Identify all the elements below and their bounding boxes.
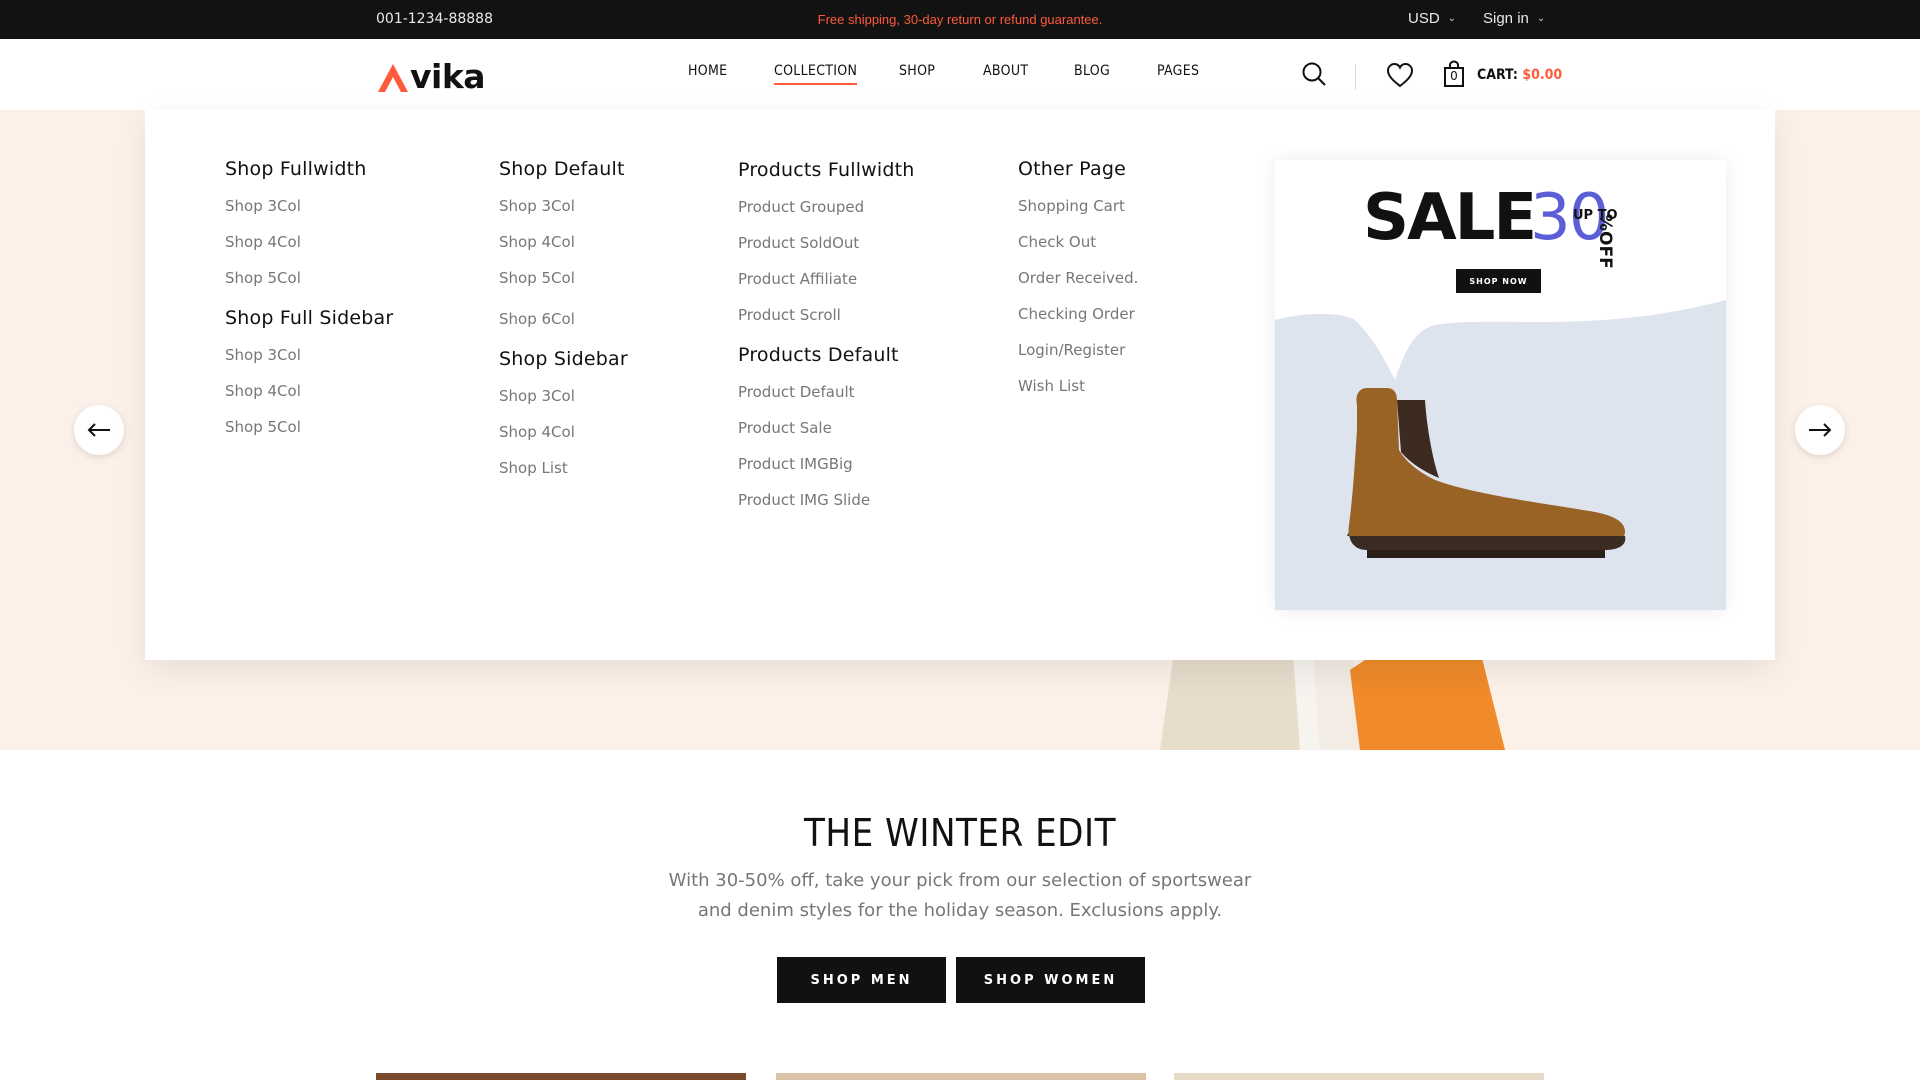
- menu-link[interactable]: Check Out: [1018, 231, 1138, 267]
- nav-pages[interactable]: PAGES: [1157, 63, 1199, 79]
- promo-shop-now-button[interactable]: SHOP NOW: [1456, 269, 1541, 293]
- chevron-down-icon: ⌄: [1447, 13, 1457, 24]
- currency-selector[interactable]: USD ⌄: [1408, 10, 1456, 27]
- menu-heading-products-default[interactable]: Products Default: [738, 344, 915, 366]
- menu-link[interactable]: Shop 4Col: [225, 380, 393, 416]
- menu-link[interactable]: Shop 4Col: [499, 421, 628, 457]
- cart-total[interactable]: CART: $0.00: [1477, 67, 1562, 83]
- menu-column-1: Shop Fullwidth Shop 3Col Shop 4Col Shop …: [225, 158, 393, 452]
- product-thumbnail[interactable]: [776, 1073, 1146, 1080]
- currency-label: USD: [1408, 10, 1440, 27]
- cart-label: CART:: [1477, 67, 1518, 83]
- nav-shop[interactable]: SHOP: [899, 63, 935, 79]
- chevron-down-icon: ⌄: [1536, 13, 1546, 24]
- menu-link[interactable]: Order Received.: [1018, 267, 1138, 303]
- menu-link[interactable]: Login/Register: [1018, 339, 1138, 375]
- menu-link[interactable]: Shop 5Col: [499, 267, 628, 303]
- product-thumbnail[interactable]: [1174, 1073, 1544, 1080]
- menu-column-4: Other Page Shopping Cart Check Out Order…: [1018, 158, 1138, 411]
- heart-icon[interactable]: [1386, 62, 1414, 88]
- sign-in-dropdown[interactable]: Sign in ⌄: [1483, 10, 1545, 27]
- header-divider: [1355, 64, 1356, 90]
- promo-off-text: %OFF: [1595, 214, 1615, 269]
- menu-link[interactable]: Product IMGBig: [738, 453, 915, 489]
- boot-product-image: [1275, 300, 1726, 610]
- nav-collection[interactable]: COLLECTION: [774, 63, 858, 85]
- sale-promo-banner[interactable]: SALE 30 UP TO %OFF SHOP NOW: [1275, 160, 1726, 610]
- menu-link[interactable]: Shop 4Col: [499, 231, 628, 267]
- shop-women-button[interactable]: SHOP WOMEN: [956, 957, 1145, 1003]
- menu-link[interactable]: Product Affiliate: [738, 268, 915, 304]
- arrow-left-icon: [87, 423, 110, 437]
- menu-column-3: Products Fullwidth Product Grouped Produ…: [738, 159, 915, 525]
- menu-link[interactable]: Shop 3Col: [225, 195, 393, 231]
- menu-link[interactable]: Product Sale: [738, 417, 915, 453]
- menu-link[interactable]: Wish List: [1018, 375, 1138, 411]
- menu-link[interactable]: Shop 3Col: [499, 195, 628, 231]
- product-thumbnail[interactable]: [376, 1073, 746, 1080]
- main-navigation: HOME COLLECTION SHOP ABOUT BLOG PAGES: [0, 63, 1920, 87]
- menu-link[interactable]: Shop 5Col: [225, 267, 393, 303]
- cart-button[interactable]: 0: [1442, 60, 1466, 88]
- winter-edit-description: With 30-50% off, take your pick from our…: [668, 870, 1252, 921]
- slider-next-button[interactable]: [1795, 405, 1845, 455]
- menu-link[interactable]: Shop List: [499, 457, 628, 493]
- top-bar: 001-1234-88888 Free shipping, 30-day ret…: [0, 0, 1920, 39]
- winter-edit-title: THE WINTER EDIT: [804, 811, 1116, 855]
- cart-amount: $0.00: [1522, 67, 1563, 83]
- menu-link[interactable]: Product SoldOut: [738, 232, 915, 268]
- main-header: vika HOME COLLECTION SHOP ABOUT BLOG PAG…: [0, 39, 1920, 110]
- nav-about[interactable]: ABOUT: [983, 63, 1028, 79]
- arrow-right-icon: [1809, 423, 1832, 437]
- shipping-promo-text: Free shipping, 30-day return or refund g…: [817, 12, 1103, 27]
- menu-link[interactable]: Product Scroll: [738, 304, 915, 340]
- menu-link[interactable]: Product Default: [738, 381, 915, 417]
- menu-heading-products-fullwidth[interactable]: Products Fullwidth: [738, 159, 915, 181]
- nav-home[interactable]: HOME: [688, 63, 727, 79]
- menu-link[interactable]: Shop 3Col: [499, 385, 628, 421]
- cart-count: 0: [1450, 69, 1458, 83]
- search-icon[interactable]: [1301, 61, 1327, 87]
- menu-heading-shop-default[interactable]: Shop Default: [499, 158, 628, 180]
- menu-heading-shop-full-sidebar[interactable]: Shop Full Sidebar: [225, 307, 393, 329]
- menu-link[interactable]: Shop 5Col: [225, 416, 393, 452]
- menu-link[interactable]: Shop 4Col: [225, 231, 393, 267]
- promo-sale-text: SALE: [1363, 181, 1537, 255]
- menu-link[interactable]: Shopping Cart: [1018, 195, 1138, 231]
- menu-column-2: Shop Default Shop 3Col Shop 4Col Shop 5C…: [499, 158, 628, 493]
- menu-link[interactable]: Shop 3Col: [225, 344, 393, 380]
- menu-link[interactable]: Product Grouped: [738, 196, 915, 232]
- menu-link[interactable]: Product IMG Slide: [738, 489, 915, 525]
- menu-link[interactable]: Checking Order: [1018, 303, 1138, 339]
- nav-blog[interactable]: BLOG: [1074, 63, 1110, 79]
- shop-men-button[interactable]: SHOP MEN: [777, 957, 946, 1003]
- menu-heading-shop-fullwidth[interactable]: Shop Fullwidth: [225, 158, 393, 180]
- collection-mega-menu: Shop Fullwidth Shop 3Col Shop 4Col Shop …: [145, 110, 1775, 660]
- slider-prev-button[interactable]: [74, 405, 124, 455]
- menu-link[interactable]: Shop 6Col: [499, 308, 628, 344]
- menu-heading-other-page[interactable]: Other Page: [1018, 158, 1138, 180]
- sign-in-label: Sign in: [1483, 10, 1529, 27]
- menu-heading-shop-sidebar[interactable]: Shop Sidebar: [499, 348, 628, 370]
